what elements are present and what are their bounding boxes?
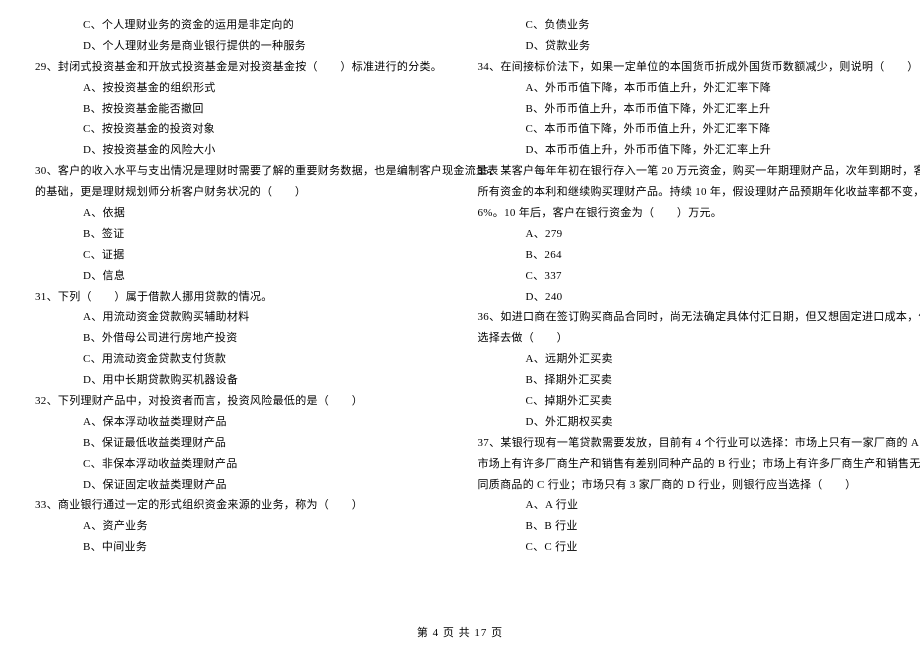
page-content: C、个人理财业务的资金的运用是非定向的 D、个人理财业务是商业银行提供的一种服务… <box>0 0 920 558</box>
q31-a: A、用流动资金贷款购买辅助材料 <box>35 307 443 328</box>
q31-c: C、用流动资金贷款支付货款 <box>35 349 443 370</box>
q36-stem1: 36、如进口商在签订购买商品合同时，尚无法确定具体付汇日期，但又想固定进口成本，… <box>478 307 886 328</box>
opt-c: C、个人理财业务的资金的运用是非定向的 <box>35 15 443 36</box>
q30-d: D、信息 <box>35 266 443 287</box>
q35-stem1: 35、某客户每年年初在银行存入一笔 20 万元资金，购买一年期理财产品，次年到期… <box>478 161 886 182</box>
q36-c: C、掉期外汇买卖 <box>478 391 886 412</box>
q37-stem3: 同质商品的 C 行业；市场只有 3 家厂商的 D 行业，则银行应当选择（ ） <box>478 475 886 496</box>
q32-c: C、非保本浮动收益类理财产品 <box>35 454 443 475</box>
q34-b: B、外币币值上升，本币币值下降，外汇汇率上升 <box>478 99 886 120</box>
opt-c-r: C、负债业务 <box>478 15 886 36</box>
q36-stem2: 选择去做（ ） <box>478 328 886 349</box>
q31-stem: 31、下列（ ）属于借款人挪用贷款的情况。 <box>35 287 443 308</box>
q35-stem3: 6%。10 年后，客户在银行资金为（ ）万元。 <box>478 203 886 224</box>
q34-stem: 34、在间接标价法下，如果一定单位的本国货币折成外国货币数额减少，则说明（ ） <box>478 57 886 78</box>
q29-d: D、按投资基金的风险大小 <box>35 140 443 161</box>
q34-c: C、本币币值下降，外币币值上升，外汇汇率下降 <box>478 119 886 140</box>
opt-d-r: D、贷款业务 <box>478 36 886 57</box>
q36-d: D、外汇期权买卖 <box>478 412 886 433</box>
q32-a: A、保本浮动收益类理财产品 <box>35 412 443 433</box>
right-column: C、负债业务 D、贷款业务 34、在间接标价法下，如果一定单位的本国货币折成外国… <box>478 15 886 558</box>
q33-stem: 33、商业银行通过一定的形式组织资金来源的业务，称为（ ） <box>35 495 443 516</box>
left-column: C、个人理财业务的资金的运用是非定向的 D、个人理财业务是商业银行提供的一种服务… <box>35 15 443 558</box>
q32-stem: 32、下列理财产品中，对投资者而言，投资风险最低的是（ ） <box>35 391 443 412</box>
q35-c: C、337 <box>478 266 886 287</box>
q34-d: D、本币币值上升，外币币值下降，外汇汇率上升 <box>478 140 886 161</box>
page-footer: 第 4 页 共 17 页 <box>0 623 920 644</box>
q35-b: B、264 <box>478 245 886 266</box>
q35-stem2: 所有资金的本利和继续购买理财产品。持续 10 年，假设理财产品预期年化收益率都不… <box>478 182 886 203</box>
q35-a: A、279 <box>478 224 886 245</box>
q30-b: B、签证 <box>35 224 443 245</box>
q34-a: A、外币币值下降，本币币值上升，外汇汇率下降 <box>478 78 886 99</box>
q32-b: B、保证最低收益类理财产品 <box>35 433 443 454</box>
q37-stem2: 市场上有许多厂商生产和销售有差别同种产品的 B 行业；市场上有许多厂商生产和销售… <box>478 454 886 475</box>
q37-stem1: 37、某银行现有一笔贷款需要发放，目前有 4 个行业可以选择：市场上只有一家厂商… <box>478 433 886 454</box>
q31-b: B、外借母公司进行房地产投资 <box>35 328 443 349</box>
q32-d: D、保证固定收益类理财产品 <box>35 475 443 496</box>
q29-b: B、按投资基金能否撤回 <box>35 99 443 120</box>
q37-c: C、C 行业 <box>478 537 886 558</box>
q29-a: A、按投资基金的组织形式 <box>35 78 443 99</box>
q30-a: A、依据 <box>35 203 443 224</box>
q33-b: B、中间业务 <box>35 537 443 558</box>
q30-stem1: 30、客户的收入水平与支出情况是理财时需要了解的重要财务数据，也是编制客户现金流… <box>35 161 443 182</box>
q33-a: A、资产业务 <box>35 516 443 537</box>
q36-a: A、远期外汇买卖 <box>478 349 886 370</box>
q29-c: C、按投资基金的投资对象 <box>35 119 443 140</box>
q35-d: D、240 <box>478 287 886 308</box>
q30-stem2: 的基础，更是理财规划师分析客户财务状况的（ ） <box>35 182 443 203</box>
q31-d: D、用中长期贷款购买机器设备 <box>35 370 443 391</box>
q36-b: B、择期外汇买卖 <box>478 370 886 391</box>
q37-a: A、A 行业 <box>478 495 886 516</box>
q29-stem: 29、封闭式投资基金和开放式投资基金是对投资基金按（ ）标准进行的分类。 <box>35 57 443 78</box>
q30-c: C、证据 <box>35 245 443 266</box>
opt-d: D、个人理财业务是商业银行提供的一种服务 <box>35 36 443 57</box>
q37-b: B、B 行业 <box>478 516 886 537</box>
